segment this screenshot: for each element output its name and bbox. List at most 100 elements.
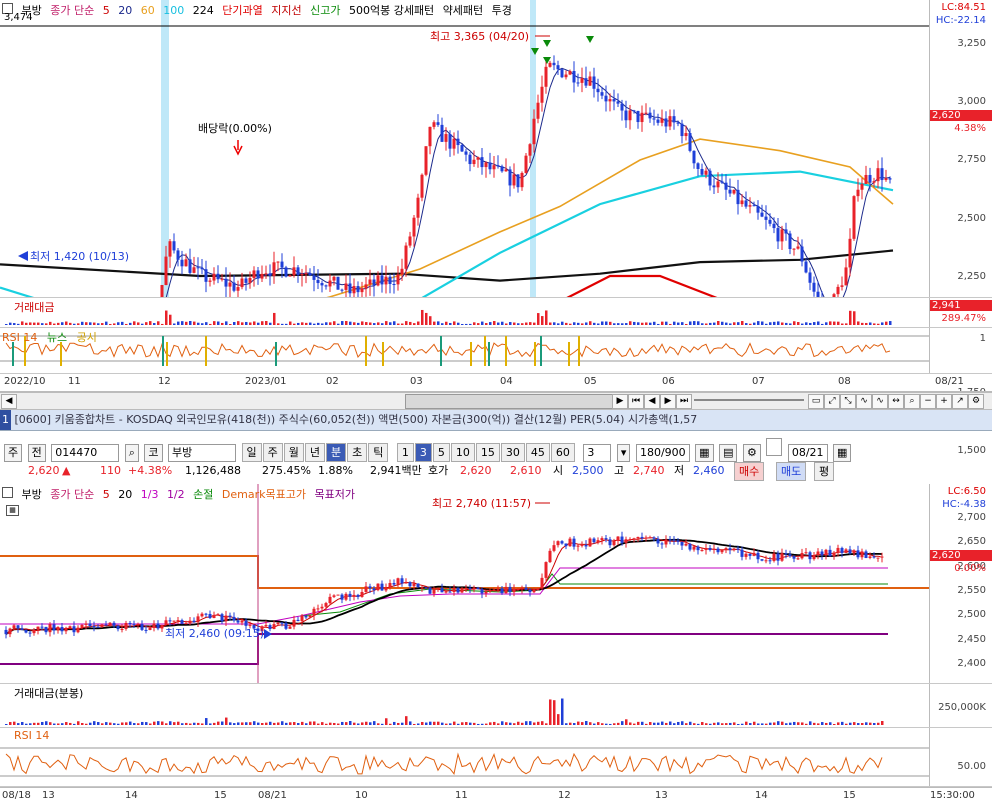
tool-icon-5[interactable]: ∿ bbox=[872, 394, 888, 409]
zoom-in-icon[interactable]: + bbox=[936, 394, 952, 409]
expand-icon[interactable]: ↗ bbox=[952, 394, 968, 409]
candle-body bbox=[872, 556, 876, 558]
minute-3[interactable]: 3 bbox=[414, 443, 432, 462]
minute-volume-pane[interactable]: 거래대금(분봉) 250,000K bbox=[0, 684, 992, 728]
legend-demark-high[interactable]: Demark목표고가 bbox=[222, 488, 306, 501]
settings-icon[interactable]: ⚙ bbox=[968, 394, 984, 409]
company-name[interactable]: 부방 bbox=[168, 444, 237, 462]
minute-45[interactable]: 45 bbox=[525, 443, 550, 462]
legend-menu-icon[interactable] bbox=[2, 487, 13, 498]
code-input[interactable]: 014470 bbox=[51, 444, 120, 462]
legend-overheat[interactable]: 단기과열 bbox=[222, 4, 262, 17]
legend-stoploss[interactable]: 손절 bbox=[193, 488, 213, 501]
daily-price-axis[interactable]: LC:84.51 HC:-22.14 3,250 3,000 2,750 2,500 2… bbox=[929, 0, 992, 515]
minute-60[interactable]: 60 bbox=[550, 443, 575, 462]
tool-icon-1[interactable]: ▭ bbox=[808, 394, 824, 409]
tool-icon-4[interactable]: ∿ bbox=[856, 394, 872, 409]
legend-stock[interactable]: 부방 bbox=[22, 488, 42, 501]
volume-bar bbox=[761, 321, 764, 325]
legend-ma100[interactable]: 100 bbox=[163, 4, 184, 17]
rsi-legend[interactable]: RSI 14 뉴스 공시 bbox=[2, 329, 97, 345]
period-second[interactable]: 초 bbox=[347, 443, 368, 462]
nav-last-icon[interactable]: ⏭ bbox=[676, 394, 692, 409]
grid-menu-icon[interactable]: ▦ bbox=[6, 505, 19, 516]
period-year[interactable]: 년 bbox=[304, 443, 326, 462]
candle-body bbox=[432, 122, 436, 127]
tool-icon-3[interactable]: ⤡ bbox=[840, 394, 856, 409]
scroll-thumb[interactable] bbox=[405, 394, 627, 409]
date-checkbox[interactable] bbox=[766, 438, 783, 456]
chart-icon[interactable]: ▤ bbox=[719, 444, 738, 462]
avg-button[interactable]: 평 bbox=[814, 462, 835, 481]
minute-5[interactable]: 5 bbox=[432, 443, 450, 462]
minute-1[interactable]: 1 bbox=[396, 443, 414, 462]
company-prefix[interactable]: 코 bbox=[144, 444, 163, 462]
minute-30[interactable]: 30 bbox=[500, 443, 525, 462]
daily-x-axis[interactable]: 2022/10 11 12 2023/01 02 03 04 05 06 07 08 08/21 bbox=[0, 374, 992, 392]
legend-weak-pattern[interactable]: 약세패턴 bbox=[443, 4, 483, 17]
daily-price-pane[interactable]: 최고 3,365 (04/20) 최저 1,420 (10/13) 배당락(0.00… bbox=[0, 0, 992, 515]
tool-icon-6[interactable]: ↔ bbox=[888, 394, 904, 409]
period-type-select[interactable]: 주 bbox=[4, 444, 23, 462]
count-input[interactable]: 180/900 bbox=[635, 444, 690, 462]
scroll-right-button[interactable]: ▶ bbox=[612, 394, 628, 409]
daily-candle-chart[interactable]: 최고 3,365 (04/20) 최저 1,420 (10/13) 배당락(0.00… bbox=[0, 0, 930, 297]
search-code-icon[interactable]: ⌕ bbox=[124, 444, 139, 462]
minute-rsi-label[interactable]: RSI 14 bbox=[14, 729, 49, 742]
legend-ma20[interactable]: 20 bbox=[118, 4, 132, 17]
gear-icon[interactable]: ⚙ bbox=[742, 444, 761, 462]
zoom-slider[interactable] bbox=[694, 399, 804, 401]
sell-button[interactable]: 매도 bbox=[776, 462, 807, 481]
legend-ma224[interactable]: 224 bbox=[193, 4, 214, 17]
minute-rsi-pane[interactable]: RSI 14 50.00 bbox=[0, 728, 992, 787]
legend-ma20[interactable]: 20 bbox=[118, 488, 132, 501]
minute-candle-chart[interactable]: 최고 2,740 (11:57) 최저 2,460 (09:15) bbox=[0, 484, 930, 683]
legend-new-high[interactable]: 신고가 bbox=[310, 4, 340, 17]
interval-input[interactable]: 3 bbox=[583, 444, 612, 462]
candle-body bbox=[776, 228, 780, 242]
period-label[interactable]: 전 bbox=[27, 444, 46, 462]
minute-price-pane[interactable]: 최고 2,740 (11:57) 최저 2,460 (09:15) 부방 종가 단… bbox=[0, 484, 992, 684]
period-day[interactable]: 일 bbox=[241, 443, 262, 462]
legend-third[interactable]: 1/3 bbox=[141, 488, 159, 501]
volume-bar bbox=[373, 323, 376, 325]
daily-volume-pane[interactable]: 거래대금 2,941 289.47% bbox=[0, 298, 992, 328]
legend-support[interactable]: 지지선 bbox=[271, 4, 301, 17]
nav-play-icon[interactable]: ▶ bbox=[660, 394, 676, 409]
volume-label[interactable]: 거래대금 bbox=[14, 299, 54, 315]
search-icon[interactable]: ⌕ bbox=[904, 394, 920, 409]
grid-icon[interactable]: ▦ bbox=[695, 444, 714, 462]
date-input[interactable]: 08/21 bbox=[787, 444, 828, 462]
minute-price-axis[interactable]: LC:6.50 HC:-4.38 2,700 2,650 2,600 2,550 2,5… bbox=[929, 484, 992, 683]
period-month[interactable]: 월 bbox=[283, 443, 304, 462]
zoom-out-icon[interactable]: − bbox=[920, 394, 936, 409]
calendar-icon[interactable]: ▦ bbox=[833, 444, 852, 462]
legend-invest[interactable]: 투경 bbox=[492, 4, 512, 17]
period-tick[interactable]: 틱 bbox=[368, 443, 389, 462]
legend-strong-pattern[interactable]: 500억봉 강세패턴 bbox=[349, 4, 434, 17]
legend-close[interactable]: 종가 단순 bbox=[50, 4, 94, 17]
chevron-down-icon[interactable]: ▾ bbox=[616, 444, 631, 462]
candle-body bbox=[416, 197, 420, 218]
tool-icon-2[interactable]: ⤢ bbox=[824, 394, 840, 409]
daily-rsi-pane[interactable]: RSI 14 뉴스 공시 1 bbox=[0, 328, 992, 374]
legend-demark-low[interactable]: 목표저가 bbox=[314, 488, 354, 501]
period-minute[interactable]: 분 bbox=[326, 443, 347, 462]
minute-x-axis[interactable]: 08/18 13 14 15 08/21 10 11 12 13 14 15 15:30:00 bbox=[0, 787, 992, 810]
legend-half[interactable]: 1/2 bbox=[167, 488, 185, 501]
legend-ma60[interactable]: 60 bbox=[141, 4, 155, 17]
nav-first-icon[interactable]: ⏮ bbox=[628, 394, 644, 409]
legend-ma5[interactable]: 5 bbox=[103, 488, 110, 501]
daily-scrollbar[interactable]: ◀ ▶ ⏮ ◀ ▶ ⏭ ▭ ⤢ ⤡ ∿ ∿ ↔ ⌕ − + ↗ ⚙ bbox=[0, 392, 992, 410]
minute-15[interactable]: 15 bbox=[475, 443, 500, 462]
volume-bar bbox=[677, 721, 680, 725]
scroll-left-button[interactable]: ◀ bbox=[1, 394, 17, 409]
minute-10[interactable]: 10 bbox=[450, 443, 475, 462]
legend-ma5[interactable]: 5 bbox=[103, 4, 110, 17]
period-week[interactable]: 주 bbox=[262, 443, 283, 462]
legend-close[interactable]: 종가 단순 bbox=[50, 488, 94, 501]
volume-bar bbox=[705, 723, 708, 725]
nav-prev-icon[interactable]: ◀ bbox=[644, 394, 660, 409]
buy-button[interactable]: 매수 bbox=[734, 462, 765, 481]
minute-volume-label[interactable]: 거래대금(분봉) bbox=[14, 685, 83, 701]
